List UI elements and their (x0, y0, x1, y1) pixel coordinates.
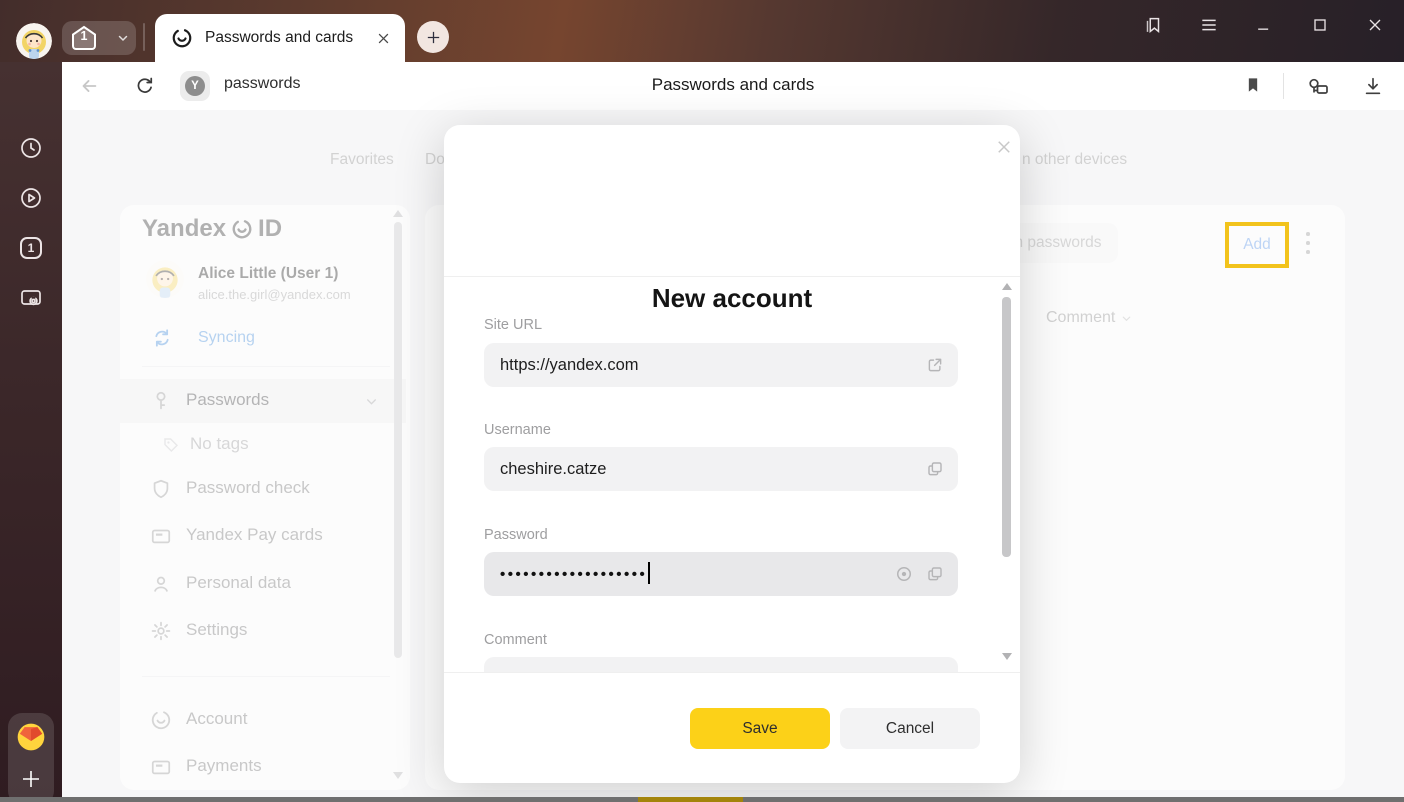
dialog-scroll-up-arrow[interactable] (1002, 283, 1012, 290)
password-label: Password (484, 527, 548, 543)
tab-counter-icon[interactable]: 1 (19, 236, 43, 260)
copy-icon[interactable] (926, 460, 944, 478)
browser-toolbar: Y passwords Passwords and cards (62, 62, 1404, 110)
site-url-value: https://yandex.com (500, 356, 639, 374)
reload-icon[interactable] (134, 75, 156, 97)
new-account-dialog: New account Site URL https://yandex.com … (444, 125, 1020, 783)
add-button-highlight (1225, 222, 1289, 268)
bottom-highlight-fragment (638, 797, 743, 802)
dialog-close-icon[interactable] (992, 135, 1016, 159)
browser-window: 1 Passwords and cards (0, 0, 1404, 802)
passwords-manager-icon[interactable] (1306, 75, 1328, 97)
username-value: cheshire.catze (500, 460, 606, 478)
comment-field[interactable] (484, 657, 958, 672)
screenshot-icon[interactable] (19, 286, 43, 310)
yandex-id-favicon-icon (171, 27, 193, 49)
username-field[interactable]: cheshire.catze (484, 447, 958, 491)
eye-icon[interactable] (894, 564, 914, 584)
window-maximize-button[interactable] (1305, 10, 1335, 40)
browser-tab-active[interactable]: Passwords and cards (155, 14, 405, 62)
username-label: Username (484, 422, 551, 438)
dialog-scroll-area: Site URL https://yandex.com Username che… (444, 277, 1020, 672)
browser-chrome: 1 Passwords and cards (0, 0, 1404, 62)
avatar-image (16, 23, 52, 59)
history-icon[interactable] (19, 136, 43, 160)
browser-menu-icon[interactable] (1194, 10, 1224, 40)
password-field[interactable]: ••••••••••••••••••• (484, 552, 958, 596)
tab-group-pill[interactable]: 1 (62, 21, 136, 55)
tab-group-house-icon: 1 (70, 25, 98, 51)
comment-label: Comment (484, 632, 547, 648)
new-window-plus-icon[interactable] (19, 767, 43, 791)
tab-group-count: 1 (70, 29, 98, 43)
address-bar-url[interactable]: passwords (224, 75, 300, 93)
side-panel-icon[interactable] (1138, 10, 1168, 40)
downloads-icon[interactable] (1362, 75, 1384, 97)
browser-tile (8, 713, 54, 802)
new-tab-button[interactable] (417, 21, 449, 53)
external-link-icon[interactable] (926, 356, 944, 374)
tab-title: Passwords and cards (205, 29, 376, 47)
site-favicon-y: Y (185, 76, 205, 96)
back-icon[interactable] (78, 75, 100, 97)
password-masked-value: ••••••••••••••••••• (500, 566, 647, 583)
bookmark-icon[interactable] (1243, 75, 1265, 97)
media-play-icon[interactable] (19, 186, 43, 210)
text-caret (648, 562, 650, 584)
save-button[interactable]: Save (690, 708, 830, 749)
sidebar-strip: 1 (0, 62, 62, 802)
chevron-down-icon[interactable] (117, 32, 129, 44)
yandex-browser-logo[interactable] (15, 721, 47, 753)
chrome-separator (143, 23, 145, 51)
profile-avatar[interactable] (16, 23, 52, 59)
dialog-scrollbar[interactable] (1002, 297, 1011, 557)
site-url-label: Site URL (484, 317, 542, 333)
tab-close-icon[interactable] (376, 31, 391, 46)
tab-counter-value: 1 (20, 237, 42, 259)
cancel-button[interactable]: Cancel (840, 708, 980, 749)
dialog-footer-divider (444, 672, 1020, 673)
dialog-scroll-down-arrow[interactable] (1002, 653, 1012, 660)
site-url-field[interactable]: https://yandex.com (484, 343, 958, 387)
window-close-button[interactable] (1360, 10, 1390, 40)
copy-icon[interactable] (926, 565, 944, 583)
window-minimize-button[interactable] (1249, 10, 1279, 40)
toolbar-divider (1283, 73, 1284, 99)
site-badge[interactable]: Y (180, 71, 210, 101)
